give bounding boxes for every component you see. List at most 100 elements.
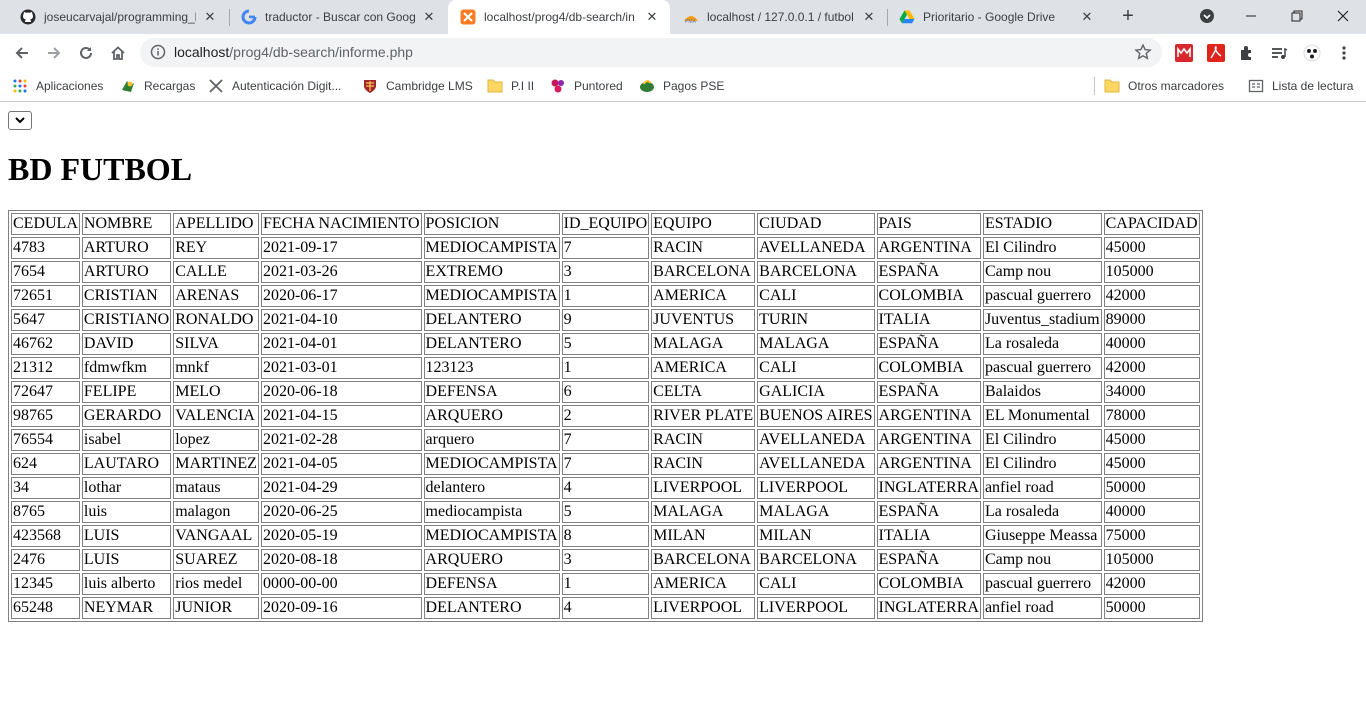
table-cell: Balaidos	[982, 381, 1102, 403]
table-cell: 105000	[1103, 261, 1200, 283]
table-cell: INGLATERRA	[876, 597, 981, 619]
table-cell: 2	[561, 405, 650, 427]
table-cell: LIVERPOOL	[651, 477, 756, 499]
info-icon[interactable]	[150, 44, 166, 60]
xampp-icon	[460, 9, 476, 25]
close-window-button[interactable]	[1320, 0, 1366, 32]
table-cell: AVELLANEDA	[757, 453, 875, 475]
profile-avatar-icon[interactable]	[1302, 43, 1322, 63]
table-cell: ESPAÑA	[876, 261, 981, 283]
table-cell: CRISTIANO	[81, 309, 172, 331]
bookmark-pi-ii[interactable]: P.I II	[487, 76, 534, 96]
table-cell: BUENOS AIRES	[757, 405, 875, 427]
close-icon[interactable]: ✕	[421, 9, 437, 25]
close-icon[interactable]: ✕	[202, 9, 218, 25]
table-cell: FELIPE	[81, 381, 172, 403]
table-row: 65248 NEYMAR JUNIOR 2020-09-16 DELANTERO 4 LIV…	[11, 597, 1200, 619]
table-cell: MALAGA	[651, 333, 756, 355]
tab-google-search[interactable]: traductor - Buscar con Googl ✕	[229, 0, 447, 34]
table-cell: 2021-03-01	[260, 357, 422, 379]
table-cell: REY	[173, 237, 259, 259]
google-icon	[241, 9, 257, 25]
tab-phpmyadmin[interactable]: PMA localhost / 127.0.0.1 / futbol / ✕	[671, 0, 887, 34]
url-host: localhost	[174, 44, 230, 60]
table-cell: ARTURO	[81, 237, 172, 259]
table-cell: COLOMBIA	[876, 573, 981, 595]
table-cell: 76554	[11, 429, 80, 451]
table-cell: 1	[561, 573, 650, 595]
reload-button[interactable]	[72, 39, 100, 67]
table-cell: 42000	[1103, 285, 1200, 307]
svg-text:PMA: PMA	[685, 19, 697, 25]
table-cell: BARCELONA	[757, 549, 875, 571]
table-cell: 5	[561, 333, 650, 355]
reading-list-button[interactable]: Lista de lectura	[1248, 76, 1353, 96]
table-cell: El Cilindro	[982, 429, 1102, 451]
players-table: CEDULA NOMBRE APELLIDO FECHA NACIMIENTO POSI…	[8, 210, 1203, 622]
restore-button[interactable]	[1274, 0, 1320, 32]
bookmark-autenticacion[interactable]: Autenticación Digit...	[208, 76, 341, 96]
home-button[interactable]	[104, 39, 132, 67]
table-cell: 2021-04-05	[260, 453, 422, 475]
mega-extension-icon[interactable]	[1174, 43, 1194, 63]
tab-google-drive[interactable]: Prioritario - Google Drive ✕	[887, 0, 1105, 34]
chevron-down-icon	[15, 117, 25, 124]
extensions-puzzle-icon[interactable]	[1237, 43, 1257, 63]
table-cell: El Cilindro	[982, 453, 1102, 475]
table-cell: 7654	[11, 261, 80, 283]
table-cell: arquero	[423, 429, 560, 451]
table-cell: ESPAÑA	[876, 381, 981, 403]
bookmark-cambridge[interactable]: Cambridge LMS	[362, 76, 473, 96]
table-cell: 45000	[1103, 429, 1200, 451]
bookmark-label: Autenticación Digit...	[232, 79, 342, 93]
column-header: ESTADIO	[982, 213, 1102, 235]
bookmark-aplicaciones[interactable]: Aplicaciones	[12, 76, 103, 96]
tab-informe-active[interactable]: localhost/prog4/db-search/in ✕	[448, 0, 670, 34]
close-icon[interactable]: ✕	[1079, 9, 1095, 25]
table-cell: CALI	[757, 357, 875, 379]
table-cell: RACIN	[651, 429, 756, 451]
tab-title: Prioritario - Google Drive	[923, 10, 1056, 24]
table-cell: 1	[561, 285, 650, 307]
table-cell: AMERICA	[651, 573, 756, 595]
table-cell: CELTA	[651, 381, 756, 403]
close-icon	[1337, 10, 1349, 22]
table-cell: Camp nou	[982, 549, 1102, 571]
table-cell: DEFENSA	[423, 573, 560, 595]
url-path: /prog4/db-search/informe.php	[229, 44, 413, 60]
table-cell: 2020-06-25	[260, 501, 422, 523]
tab-github[interactable]: joseucarvajal/programming_l ✕	[8, 0, 228, 34]
address-bar[interactable]: localhost/prog4/db-search/informe.php	[140, 38, 1162, 67]
table-row: 12345 luis alberto rios medel 0000-00-00 DEF…	[11, 573, 1200, 595]
new-tab-button[interactable]: +	[1116, 5, 1140, 29]
forward-button[interactable]	[40, 39, 68, 67]
table-cell: DELANTERO	[423, 597, 560, 619]
table-cell: LIVERPOOL	[757, 597, 875, 619]
close-icon[interactable]: ✕	[861, 9, 877, 25]
back-button[interactable]	[8, 39, 36, 67]
table-cell: mataus	[173, 477, 259, 499]
table-cell: MILAN	[757, 525, 875, 547]
bookmark-otros-marcadores[interactable]: Otros marcadores	[1104, 76, 1224, 96]
menu-kebab-icon[interactable]	[1334, 43, 1354, 63]
table-cell: 2476	[11, 549, 80, 571]
bookmark-puntored[interactable]: Puntored	[550, 76, 623, 96]
table-cell: 2021-09-17	[260, 237, 422, 259]
table-cell: VANGAAL	[173, 525, 259, 547]
close-icon[interactable]: ✕	[644, 9, 660, 25]
bookmark-recargas[interactable]: Recargas	[120, 76, 195, 96]
table-cell: RIVER PLATE	[651, 405, 756, 427]
bookmark-pagos-pse[interactable]: Pagos PSE	[639, 76, 724, 96]
star-icon[interactable]	[1134, 43, 1152, 61]
media-control-icon[interactable]	[1269, 43, 1289, 63]
table-cell: MEDIOCAMPISTA	[423, 237, 560, 259]
pdf-extension-icon[interactable]	[1206, 43, 1226, 63]
minimize-button[interactable]	[1228, 0, 1274, 32]
table-cell: MALAGA	[757, 501, 875, 523]
tab-search-button[interactable]	[1186, 0, 1228, 32]
table-cell: luis	[81, 501, 172, 523]
table-cell: COLOMBIA	[876, 285, 981, 307]
table-cell: RACIN	[651, 237, 756, 259]
table-cell: CALI	[757, 573, 875, 595]
dropdown-select[interactable]	[8, 111, 32, 130]
